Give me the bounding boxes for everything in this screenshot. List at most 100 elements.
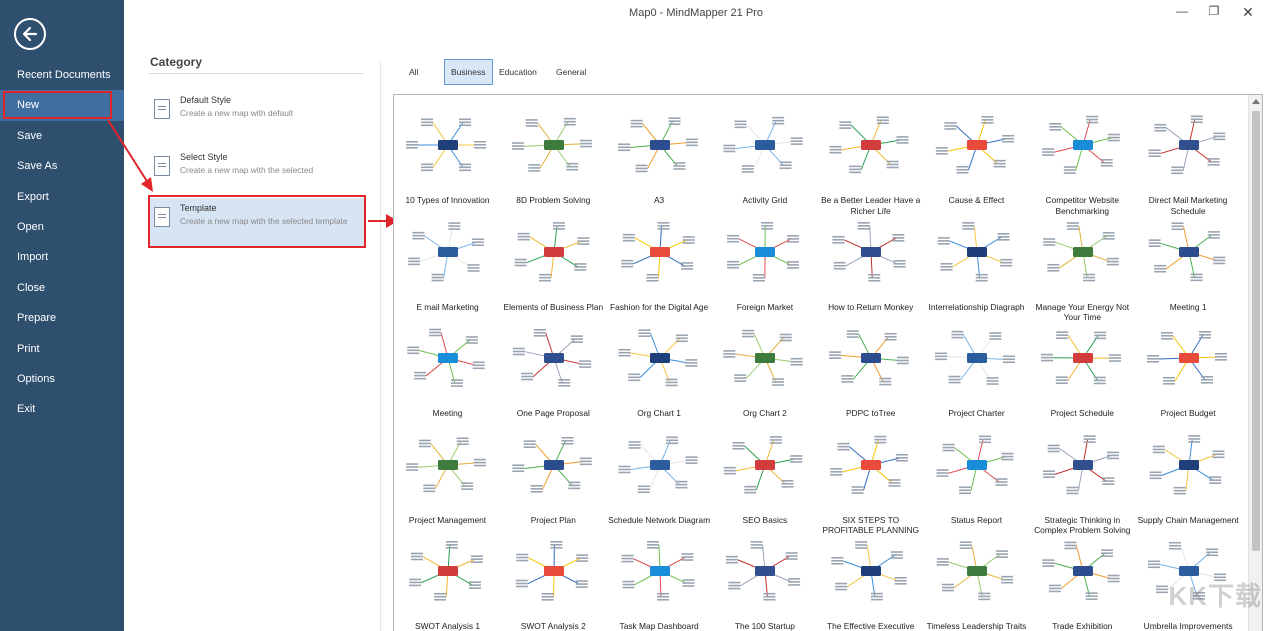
style-document-icon (154, 156, 170, 176)
template-label: Task Map Dashboard (619, 621, 699, 631)
template-tile[interactable]: Project Management (395, 418, 500, 525)
tab-all[interactable]: All (403, 59, 424, 85)
tab-education[interactable]: Education (493, 59, 543, 85)
template-tile[interactable]: SWOT Analysis 2 (501, 524, 606, 631)
template-highlight-box (148, 195, 366, 248)
template-tile[interactable]: Meeting 1 (1136, 205, 1241, 312)
template-label: SWOT Analysis 1 (414, 621, 480, 631)
template-tile[interactable]: Fashion for the Digital Age (607, 205, 712, 312)
template-thumbnail (936, 435, 1014, 494)
template-thumbnail (408, 221, 484, 281)
template-tile[interactable]: Org Chart 1 (607, 311, 712, 418)
template-tile[interactable]: Competitor Website Benchmarking (1030, 98, 1135, 216)
template-tile[interactable]: The 100 Startup (712, 524, 817, 631)
template-thumbnail (515, 541, 588, 601)
template-thumbnail (512, 436, 592, 493)
restore-button[interactable]: ❐ (1202, 4, 1226, 18)
template-tile[interactable]: Be a Better Leader Have a Richer Life (818, 98, 923, 216)
sidebar-item-save-as[interactable]: Save As (0, 151, 124, 181)
template-tile[interactable]: Supply Chain Management (1136, 418, 1241, 525)
sidebar-item-recent-documents[interactable]: Recent Documents (0, 60, 124, 90)
category-divider (148, 73, 364, 74)
minimize-button[interactable]: — (1170, 4, 1194, 18)
template-label: Umbrella Improvements (1143, 621, 1233, 631)
template-tile[interactable]: Task Map Dashboard (607, 524, 712, 631)
template-tile[interactable]: SIX STEPS TO PROFITABLE PLANNING (818, 418, 923, 535)
template-label: Trade Exhibition (1052, 621, 1113, 631)
tab-general[interactable]: General (550, 59, 592, 85)
template-tile[interactable]: How to Return Monkey (818, 205, 923, 312)
template-tile[interactable]: Interrelationship Diagraph (924, 205, 1029, 312)
template-thumbnail (936, 541, 1014, 601)
template-thumbnail (830, 435, 909, 494)
template-thumbnail (829, 330, 910, 386)
sidebar-item-exit[interactable]: Exit (0, 394, 124, 424)
template-tile[interactable]: Timeless Leadership Traits (924, 524, 1029, 631)
tab-business[interactable]: Business (444, 59, 493, 85)
template-tile[interactable]: Strategic Thinking in Complex Problem So… (1030, 418, 1135, 535)
sidebar-item-export[interactable]: Export (0, 182, 124, 212)
template-label: The 100 Startup (734, 621, 795, 631)
template-tile[interactable]: Activity Grid (712, 98, 817, 205)
template-thumbnail (723, 116, 804, 173)
sidebar-item-close[interactable]: Close (0, 273, 124, 303)
new-highlight-box (3, 91, 112, 119)
template-tile[interactable]: The Effective Executive (818, 524, 923, 631)
sidebar-item-prepare[interactable]: Prepare (0, 303, 124, 333)
template-thumbnail (407, 328, 485, 387)
sidebar-item-save[interactable]: Save (0, 121, 124, 151)
close-window-button[interactable]: ✕ (1236, 4, 1260, 21)
template-tile[interactable]: Trade Exhibition (1030, 524, 1135, 631)
template-thumbnail (511, 117, 592, 172)
template-tile[interactable]: Status Report (924, 418, 1029, 525)
template-tile[interactable]: Schedule Network Diagram (607, 418, 712, 525)
template-tile[interactable]: E mail Marketing (395, 205, 500, 312)
template-label: SWOT Analysis 2 (520, 621, 586, 631)
back-button[interactable] (14, 18, 46, 50)
template-tile[interactable]: SWOT Analysis 1 (395, 524, 500, 631)
template-tile[interactable]: Foreign Market (712, 205, 817, 312)
template-tile[interactable]: Project Plan (501, 418, 606, 525)
template-gallery: 10 Types of Innovation 8D Problem Solving… (393, 94, 1263, 631)
template-thumbnail (1043, 221, 1119, 281)
category-select-style[interactable]: Select Style Create a new map with the s… (150, 147, 366, 195)
column-divider (380, 62, 381, 631)
template-tile[interactable]: Cause & Effect (924, 98, 1029, 205)
template-thumbnail (512, 329, 591, 387)
template-tile[interactable]: Org Chart 2 (712, 311, 817, 418)
sidebar-item-options[interactable]: Options (0, 364, 124, 394)
template-tile[interactable]: 10 Types of Innovation (395, 98, 500, 205)
sidebar-item-print[interactable]: Print (0, 334, 124, 364)
category-default-style[interactable]: Default Style Create a new map with defa… (150, 90, 366, 138)
template-thumbnail (621, 541, 695, 601)
template-thumbnail (514, 221, 590, 281)
sidebar-item-import[interactable]: Import (0, 242, 124, 272)
titlebar: Map0 - MindMapper 21 Pro — ❐ ✕ (124, 0, 1268, 26)
template-thumbnail (617, 117, 698, 173)
template-thumbnail (726, 541, 801, 601)
template-tile[interactable]: Project Budget (1136, 311, 1241, 418)
template-thumbnail (618, 329, 698, 387)
template-tile[interactable]: PDPC toTree (818, 311, 923, 418)
template-tile[interactable]: Manage Your Energy Not Your Time (1030, 205, 1135, 322)
sidebar-item-open[interactable]: Open (0, 212, 124, 242)
template-thumbnail (1040, 331, 1121, 385)
template-thumbnail (409, 541, 483, 601)
template-tile[interactable]: Meeting (395, 311, 500, 418)
template-tile[interactable]: Project Schedule (1030, 311, 1135, 418)
template-thumbnail (724, 435, 803, 493)
template-thumbnail (618, 436, 698, 493)
template-thumbnail (832, 221, 906, 282)
template-tile[interactable]: 8D Problem Solving (501, 98, 606, 205)
template-tile[interactable]: Project Charter (924, 311, 1029, 418)
scroll-up-icon[interactable] (1252, 99, 1260, 104)
template-tile[interactable]: Elements of Business Plan (501, 205, 606, 312)
template-tile[interactable]: One Page Proposal (501, 311, 606, 418)
template-thumbnail (935, 330, 1015, 385)
template-tile[interactable]: Direct Mail Marketing Schedule (1136, 98, 1241, 216)
gallery-scrollbar[interactable] (1248, 95, 1262, 631)
scrollbar-thumb[interactable] (1252, 111, 1260, 551)
template-tile[interactable]: A3 (607, 98, 712, 205)
template-tile[interactable]: SEO Basics (712, 418, 817, 525)
watermark: KK下载 (1168, 581, 1262, 611)
